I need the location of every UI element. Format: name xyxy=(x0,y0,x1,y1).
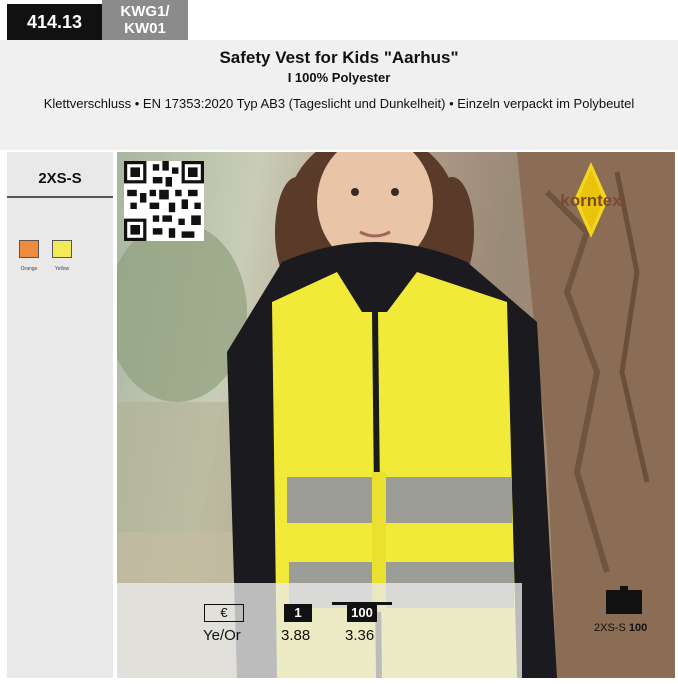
product-code-tag: KWG1/ KW01 xyxy=(102,0,188,40)
product-subtitle: I 100% Polyester xyxy=(287,70,391,85)
carton-size: 2XS-S xyxy=(594,622,626,634)
product-code-line1: KWG1/ xyxy=(120,3,170,20)
currency-box: € xyxy=(204,604,244,622)
item-number-tag: 414.13 xyxy=(7,4,102,40)
carton-box-icon xyxy=(606,586,642,614)
item-number: 414.13 xyxy=(26,11,83,32)
color-label-yellow: Yellow xyxy=(54,266,70,272)
carton-info: 2XS-S 100 xyxy=(594,622,647,634)
product-features: Klettverschluss • EN 17353:2020 Typ AB3 … xyxy=(43,96,635,111)
tier1-qty-badge: 1 xyxy=(284,604,312,622)
size-color-column xyxy=(7,152,113,678)
korntex-logo: korntex xyxy=(550,160,632,240)
color-label-orange: Orange xyxy=(20,266,38,272)
size-divider xyxy=(7,196,113,198)
qr-code-icon[interactable] xyxy=(124,161,204,241)
size-label: 2XS-S xyxy=(38,170,82,187)
tier2-price: 3.36 xyxy=(345,627,375,644)
color-swatch-yellow[interactable] xyxy=(52,240,72,258)
carton-count: 100 xyxy=(628,622,648,634)
color-code: Ye/Or xyxy=(203,627,241,644)
brand-name: korntex xyxy=(560,191,622,210)
color-swatch-orange[interactable] xyxy=(19,240,39,258)
tier1-price: 3.88 xyxy=(281,627,311,644)
tier2-qty-badge: 100 xyxy=(347,604,377,622)
product-title: Safety Vest for Kids "Aarhus" xyxy=(219,48,459,67)
product-code-line2: KW01 xyxy=(124,20,166,37)
price-panel xyxy=(117,583,522,678)
